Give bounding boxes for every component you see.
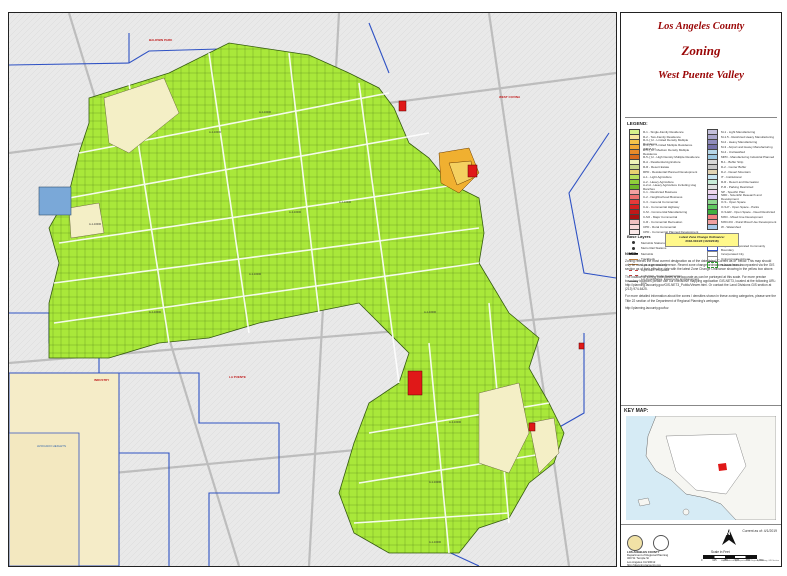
legend-symbol xyxy=(632,246,635,250)
scale-tick-label: 125 xyxy=(712,559,717,562)
place-industry: INDUSTRY xyxy=(94,378,109,382)
note-paragraph: http://planning.lacounty.gov/luz xyxy=(625,305,669,310)
legend-symbol xyxy=(632,241,635,244)
legend-label: B-1 - Buffer Strip xyxy=(721,159,744,164)
place-baldwin-park: BALDWIN PARK xyxy=(149,38,173,42)
legend-label: R-R - Resort and Recreation xyxy=(721,179,760,184)
legend-label: M-2 - Heavy Manufacturing xyxy=(721,139,758,144)
legend-label: CPD - Rural Commercial xyxy=(643,224,677,229)
legend-swatch xyxy=(707,223,718,230)
legend-label: W - Watershed xyxy=(721,224,741,229)
zone-label: A-1-10000 xyxy=(339,200,352,204)
title-area: West Puente Valley xyxy=(658,69,744,81)
legend-label: C-2 - Neighborhood Business xyxy=(643,194,683,199)
legend-label: R-1 - Single-Family Residence xyxy=(643,129,684,134)
zoning-map[interactable]: A-1-10000 A-1-10000 A-1-10000 A-1-10000 A-1-… xyxy=(9,13,616,566)
legend-label: Metrolink Stations xyxy=(641,240,665,245)
legend-label: Metro Rail Stations xyxy=(641,246,667,250)
zone-label: A-1-10000 xyxy=(449,420,462,424)
scale-tick-label: 0 xyxy=(701,559,703,562)
zone-label: A-1-10000 xyxy=(209,130,222,134)
legend-label: M-3 - Airport and Heavy Manufacturing xyxy=(721,144,773,149)
current-as-of: Current as of: 4/1/2019 xyxy=(742,529,777,533)
zone-label: A-1-10000 xyxy=(289,210,302,214)
notes-body: Zoning reflects the most current designa… xyxy=(625,259,777,310)
legend-label: C-R - Commercial Recreation xyxy=(643,219,683,224)
legend-label: R-5-( )U - High Density Multiple Residen… xyxy=(643,154,700,159)
agency-block: LOS ANGELES COUNTY Department of Regiona… xyxy=(627,550,697,567)
notes-heading: NOTE: xyxy=(625,251,638,256)
legend-label: RPD - Residential Planned Development xyxy=(643,169,698,174)
place-la-puente: LA PUENTE xyxy=(229,375,246,379)
legend-label: C-MJ - Major Commercial xyxy=(643,214,678,219)
notes: NOTE: Zoning reflects the most current d… xyxy=(625,251,777,310)
note-paragraph: Zoning reflects the most current designa… xyxy=(625,259,775,272)
zone-change-value: 2018-0044/Z (10/4/2018) xyxy=(685,239,719,243)
legend-base-layer-row: Metrolink Stations xyxy=(629,240,665,245)
map-canvas[interactable]: A-1-10000 A-1-10000 A-1-10000 A-1-10000 A-1-… xyxy=(8,12,617,567)
legend-label: O-S - Open Space xyxy=(721,199,746,204)
legend-label: C-H - Commercial Highway xyxy=(643,204,680,209)
open-space-parcel[interactable] xyxy=(38,186,72,216)
zone-change-box: Latest Zone Change Ordinance: 2018-0044/… xyxy=(665,233,739,247)
legend-label: A-1 - Light Agriculture xyxy=(643,174,672,179)
north-label: N xyxy=(726,531,731,537)
zone-label: A-1-10000 xyxy=(149,310,162,314)
zone-label: A-1-10000 xyxy=(259,110,272,114)
legend-label: IT - Institutional xyxy=(721,174,742,179)
legend-label: D-2 - Center Buffer xyxy=(721,164,747,169)
legend-label: MPD - Manufacturing Industrial Planned xyxy=(721,154,775,159)
legend-label: O-S-ER - Open Space - Deed Restricted xyxy=(721,209,776,214)
legend-label: R-A - Residential Agriculture xyxy=(643,159,681,164)
zone-label: A-1-10000 xyxy=(89,222,102,226)
legend-label: C-3 - General Commercial xyxy=(643,199,679,204)
legend-base-layer-row: Metro Rail Stations xyxy=(629,246,666,251)
legend-label: M-1.5 - Restricted Heavy Manufacturing xyxy=(721,134,775,139)
legend-label: P-R - Parking Restricted xyxy=(721,184,754,189)
zone-label: A-1-10000 xyxy=(424,310,437,314)
note-paragraph: For more detailed information about the … xyxy=(625,294,776,303)
legend-zone-row: W - Watershed xyxy=(707,223,741,230)
scale-title: Scale in Feet xyxy=(711,550,730,554)
avocado-heights-area xyxy=(9,432,80,566)
legend-label: C-M - Commercial Manufacturing xyxy=(643,209,688,214)
legend-label: O-S-P - Open Space - Parks xyxy=(721,204,759,209)
legend-label: R-R - Resort Estate xyxy=(643,164,670,169)
legend-label: D-2 - Desert Mountain xyxy=(721,169,751,174)
zone-label: A-1-10000 xyxy=(429,540,442,544)
place-west-covina: WEST COVINA xyxy=(499,95,521,99)
side-panel: Los Angeles County Zoning West Puente Va… xyxy=(620,12,782,567)
key-map-graphic xyxy=(626,416,776,520)
map-sheet: A-1-10000 A-1-10000 A-1-10000 A-1-10000 A-1-… xyxy=(0,0,787,576)
title-zoning: Zoning xyxy=(681,43,721,58)
zone-label: A-1-10000 xyxy=(249,272,262,276)
base-layers-heading: Base Layers xyxy=(627,234,651,239)
key-map: KEY MAP: xyxy=(621,405,781,525)
place-avocado-heights: AVOCADO HEIGHTS xyxy=(37,444,66,448)
zone-label: A-1-10000 xyxy=(429,480,442,484)
county-seal xyxy=(627,535,643,551)
legend-label: MXD-RU - Rural Mixed Use Development xyxy=(721,219,777,224)
legend-label: M-1 - Light Manufacturing xyxy=(721,129,756,134)
note-paragraph: The location of zoning boundaries is as … xyxy=(625,274,777,292)
legend-label: MXD - Mixed Use Development xyxy=(721,214,764,219)
legend-label: M-4 - Unclassified xyxy=(721,149,746,154)
legend-heading: LEGEND: xyxy=(627,121,648,126)
legend-label: C-1 - Restricted Business xyxy=(643,189,678,194)
department-logo xyxy=(653,535,669,551)
title-county: Los Angeles County xyxy=(657,21,745,32)
agency-line-5: http://planning.lacounty.gov xyxy=(627,562,661,567)
key-map-heading: KEY MAP: xyxy=(624,408,649,414)
credit: Map Produced by: Department of Regional … xyxy=(720,560,779,562)
